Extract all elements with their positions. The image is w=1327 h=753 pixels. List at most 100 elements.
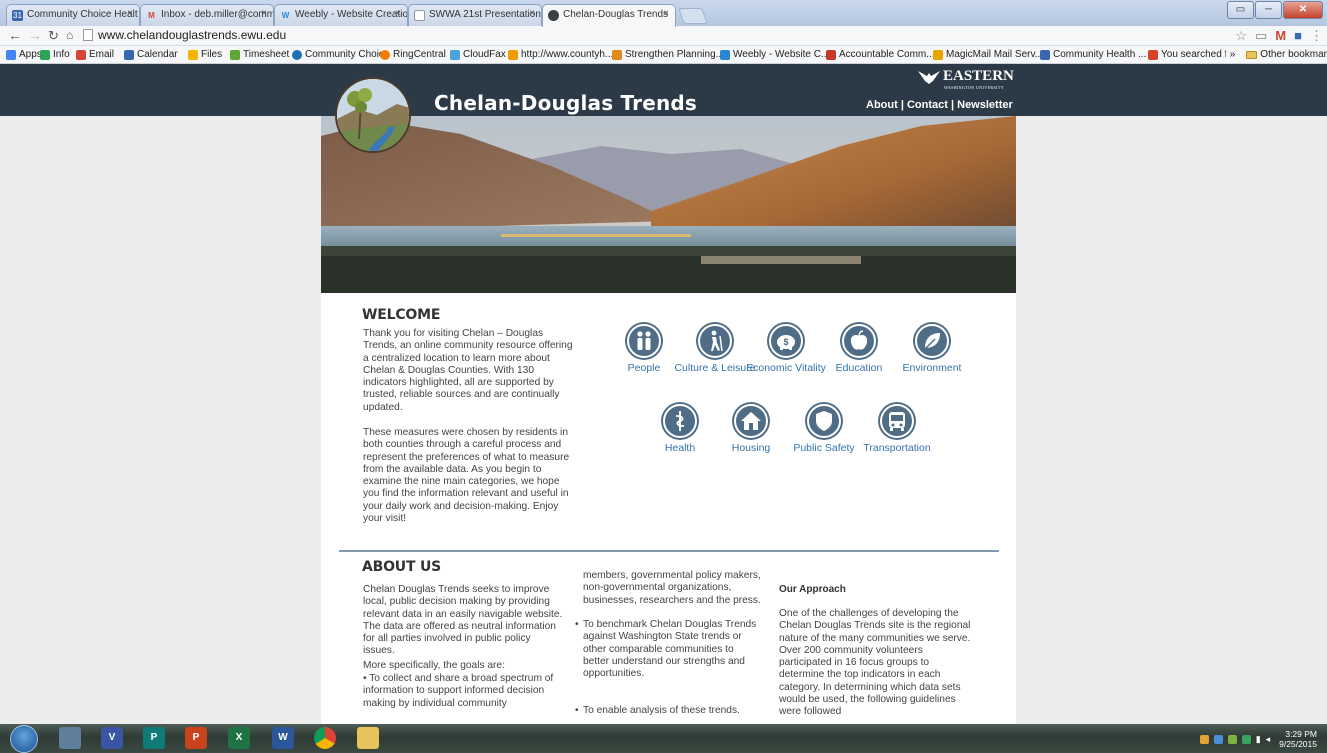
nav-separator: |	[900, 99, 904, 111]
more-bookmarks-chevron-icon[interactable]: »	[1230, 49, 1236, 60]
visio-icon[interactable]: V	[101, 727, 123, 749]
gmail-icon	[76, 49, 86, 60]
category-transportation[interactable]: Transportation	[852, 404, 942, 455]
network-icon[interactable]: ▮	[1256, 734, 1261, 745]
tab-chelan-douglas[interactable]: Chelan-Douglas Trends ×	[542, 4, 676, 27]
goal-item-3-text: To enable analysis of these trends.	[583, 705, 740, 716]
start-button[interactable]	[10, 725, 38, 753]
bookmark-label: Timesheet	[243, 49, 290, 60]
calendar-icon	[124, 49, 134, 60]
volume-icon[interactable]: ◂	[1266, 734, 1271, 745]
bookmark-countyhealth[interactable]: http://www.countyh...	[508, 49, 613, 60]
bus-icon	[880, 404, 914, 438]
nav-newsletter-link[interactable]: Newsletter	[957, 99, 1013, 111]
bookmark-label: Apps	[19, 49, 42, 60]
bookmark-files[interactable]: Files	[188, 49, 222, 60]
system-tray: ▮ ◂ 3:29 PM 9/25/2015	[1199, 728, 1317, 750]
restore-button[interactable]: ▭	[1227, 1, 1254, 19]
tray-app-icon[interactable]	[1241, 734, 1251, 744]
other-bookmarks-link[interactable]: Other bookmar	[1260, 49, 1327, 60]
sheet-icon	[40, 49, 50, 60]
gmail-icon: M	[148, 11, 155, 20]
nav-about-link[interactable]: About	[866, 99, 898, 111]
clock[interactable]: 3:29 PM 9/25/2015	[1279, 729, 1317, 749]
tray-app-icon[interactable]	[1199, 734, 1209, 744]
badge-icon	[807, 404, 841, 438]
caduceus-icon	[663, 404, 697, 438]
mail-icon	[933, 49, 943, 60]
close-icon[interactable]: ×	[663, 8, 669, 19]
window-controls: ▭ ─ ✕	[1227, 1, 1323, 19]
new-tab-button[interactable]	[678, 8, 708, 24]
bookmark-community-choice[interactable]: Community Choice	[292, 49, 389, 60]
home-icon[interactable]: ⌂	[66, 27, 73, 44]
reload-icon[interactable]: ↻	[48, 27, 59, 44]
bookmark-magicmail[interactable]: MagicMail Mail Serv...	[933, 49, 1043, 60]
bookmark-calendar[interactable]: Calendar	[124, 49, 178, 60]
bookmark-accountable[interactable]: Accountable Comm...	[826, 49, 935, 60]
file-icon[interactable]	[59, 727, 81, 749]
extension-icon[interactable]: ■	[1294, 28, 1302, 44]
minimize-button[interactable]: ─	[1255, 1, 1282, 19]
bookmark-label: RingCentral	[393, 49, 446, 60]
powerpoint-icon[interactable]: P	[185, 727, 207, 749]
tray-app-icon[interactable]	[1213, 734, 1223, 744]
nav-contact-link[interactable]: Contact	[907, 99, 948, 111]
bullet: •	[575, 705, 579, 716]
bookmark-email[interactable]: Email	[76, 49, 114, 60]
close-icon[interactable]: ×	[529, 8, 535, 19]
bookmark-community-health[interactable]: Community Health ...	[1040, 49, 1146, 60]
tab-inbox[interactable]: M Inbox - deb.miller@comm ×	[140, 4, 274, 26]
tab-weebly[interactable]: W Weebly - Website Creatio ×	[274, 4, 408, 26]
tab-community-choice[interactable]: 31 Community Choice Healt ×	[6, 4, 140, 26]
bookmark-info[interactable]: Info	[40, 49, 70, 60]
close-window-button[interactable]: ✕	[1283, 1, 1323, 19]
site-logo[interactable]	[335, 77, 411, 153]
publisher-icon[interactable]: P	[143, 727, 165, 749]
bookmark-label: Info	[53, 49, 70, 60]
leaf-icon	[230, 49, 240, 60]
bookmark-cloudfax[interactable]: CloudFax	[450, 49, 506, 60]
back-arrow-icon[interactable]: ←	[8, 27, 22, 44]
tab-swwa[interactable]: SWWA 21st Presentation ×	[408, 4, 542, 26]
close-icon[interactable]: ×	[395, 8, 401, 19]
close-icon[interactable]: ×	[261, 8, 267, 19]
welcome-paragraph-1: Thank you for visiting Chelan – Douglas …	[363, 328, 573, 413]
site-title[interactable]: Chelan-Douglas Trends	[434, 91, 697, 115]
drive-icon	[188, 49, 198, 60]
excel-icon[interactable]: X	[228, 727, 250, 749]
bookmark-label: Community Health ...	[1053, 49, 1147, 60]
pdf-icon	[826, 49, 836, 60]
menu-icon[interactable]: ⋮	[1310, 28, 1323, 44]
tab-label: Inbox - deb.miller@comm	[161, 9, 274, 20]
explorer-icon[interactable]	[357, 727, 379, 749]
apps-grid-icon	[6, 49, 16, 60]
apple-icon	[842, 324, 876, 358]
tray-app-icon[interactable]	[1227, 734, 1237, 744]
tab-label: Community Choice Healt	[27, 9, 138, 20]
bookmark-timesheet[interactable]: Timesheet	[230, 49, 289, 60]
url-field[interactable]: www.chelandouglastrends.ewu.edu	[83, 27, 1233, 44]
eagle-icon	[918, 70, 940, 84]
cast-icon[interactable]: ▭	[1255, 28, 1267, 44]
bookmark-weebly[interactable]: Weebly - Website C...	[720, 49, 829, 60]
bookmark-ringcentral[interactable]: RingCentral	[380, 49, 446, 60]
star-icon[interactable]: ☆	[1235, 28, 1247, 44]
word-icon[interactable]: W	[272, 727, 294, 749]
forward-arrow-icon[interactable]: →	[28, 27, 42, 44]
close-icon[interactable]: ×	[127, 8, 133, 19]
ewu-logo[interactable]: EASTERN WASHINGTON UNIVERSITY	[918, 68, 1014, 90]
goal-item-1-continued: members, governmental policy makers, non…	[583, 570, 761, 606]
url-text: www.chelandouglastrends.ewu.edu	[98, 28, 287, 42]
chrome-icon[interactable]	[314, 727, 336, 749]
gmail-icon[interactable]: M	[1275, 28, 1286, 44]
bookmark-apps[interactable]: Apps	[6, 49, 42, 60]
bookmark-label: Calendar	[137, 49, 178, 60]
bookmark-strengthen-planning[interactable]: Strengthen Planning...	[612, 49, 724, 60]
search-result-icon	[1148, 49, 1158, 60]
folder-icon	[1246, 50, 1258, 59]
address-bar: ← → ↻ ⌂ www.chelandouglastrends.ewu.edu …	[0, 26, 1327, 46]
category-environment[interactable]: Environment	[887, 324, 977, 375]
about-heading: ABOUT US	[362, 559, 442, 575]
goal-item-2: • To benchmark Chelan Douglas Trends agai…	[575, 619, 761, 680]
